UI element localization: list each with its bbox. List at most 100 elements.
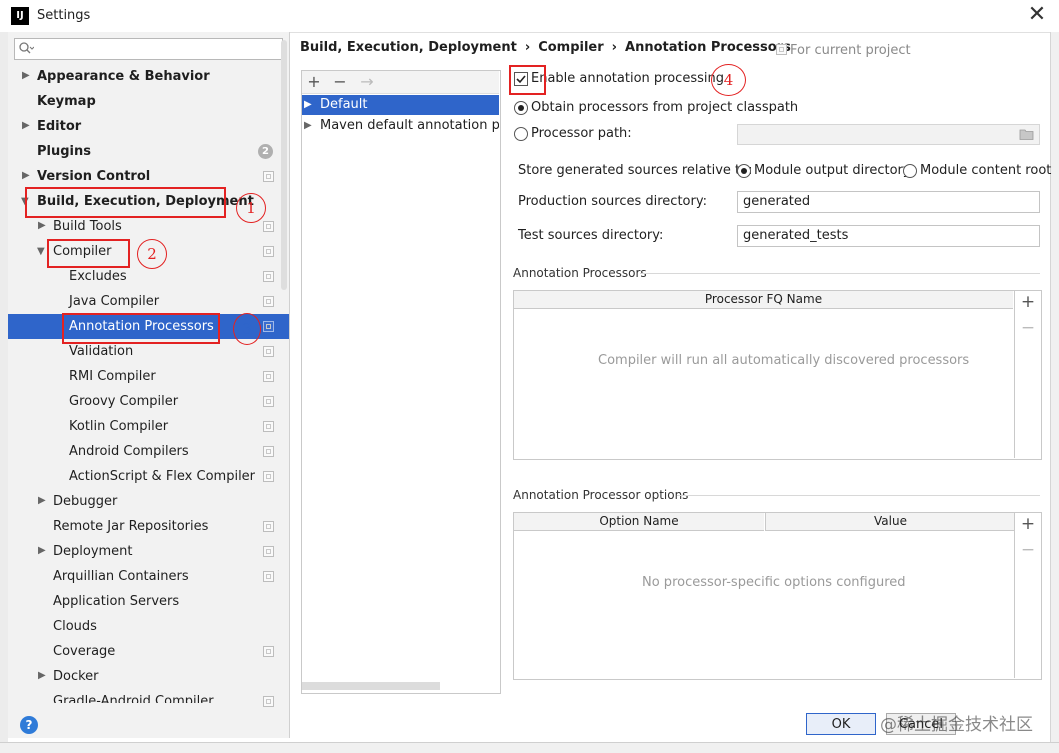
annotation-marker-2: 2 bbox=[137, 239, 167, 269]
enable-annotation-processing-label[interactable]: Enable annotation processing bbox=[531, 71, 724, 86]
project-scope-icon bbox=[263, 521, 274, 532]
profiles-list bbox=[301, 70, 501, 694]
project-scope-icon bbox=[263, 571, 274, 582]
profile-item-default[interactable]: ▶ Default bbox=[302, 95, 499, 115]
chevron-right-icon[interactable]: ▶ bbox=[22, 121, 32, 131]
window-left-edge bbox=[0, 32, 8, 742]
remove-processor-icon[interactable]: − bbox=[1019, 319, 1037, 337]
breadcrumb-item[interactable]: Compiler bbox=[538, 40, 603, 55]
project-scope-icon bbox=[263, 321, 274, 332]
annotation-box-compiler bbox=[47, 239, 130, 268]
profile-label: Maven default annotation processors prof… bbox=[320, 118, 499, 133]
production-sources-label: Production sources directory: bbox=[518, 194, 707, 209]
tree-item-android-compilers[interactable]: Android Compilers bbox=[69, 439, 189, 464]
processor-path-label[interactable]: Processor path: bbox=[531, 126, 632, 141]
add-option-icon[interactable]: + bbox=[1019, 515, 1037, 533]
profile-item-maven[interactable]: ▶ Maven default annotation processors pr… bbox=[302, 116, 499, 136]
tree-item-coverage[interactable]: Coverage bbox=[53, 639, 115, 664]
test-sources-label: Test sources directory: bbox=[518, 228, 664, 243]
processors-table[interactable] bbox=[513, 290, 1042, 460]
chevron-right-icon[interactable]: ▶ bbox=[38, 546, 48, 556]
module-output-label[interactable]: Module output directory bbox=[754, 163, 911, 178]
processor-options-table[interactable] bbox=[513, 512, 1042, 680]
chevron-right-icon[interactable]: ▶ bbox=[304, 100, 314, 110]
tree-item-version-control[interactable]: Version Control bbox=[37, 164, 150, 189]
tree-item-deployment[interactable]: Deployment bbox=[53, 539, 133, 564]
annotation-marker-3: 3 bbox=[233, 313, 261, 345]
add-icon[interactable]: + bbox=[305, 72, 323, 92]
project-scope-icon bbox=[263, 296, 274, 307]
chevron-right-icon[interactable]: ▶ bbox=[38, 496, 48, 506]
chevron-right-icon[interactable]: ▶ bbox=[38, 221, 48, 231]
project-scope-icon bbox=[263, 371, 274, 382]
breadcrumb-separator: › bbox=[524, 40, 531, 55]
tree-item-docker[interactable]: Docker bbox=[53, 664, 99, 689]
chevron-down-icon[interactable]: ▼ bbox=[37, 247, 47, 257]
project-scope-icon bbox=[263, 246, 274, 257]
tree-item-kotlin-compiler[interactable]: Kotlin Compiler bbox=[69, 414, 168, 439]
tree-item-application-servers[interactable]: Application Servers bbox=[53, 589, 179, 614]
close-icon[interactable]: ✕ bbox=[1024, 2, 1050, 28]
chevron-right-icon[interactable]: ▶ bbox=[304, 121, 314, 131]
chevron-right-icon[interactable]: ▶ bbox=[38, 671, 48, 681]
processor-path-field[interactable] bbox=[737, 124, 1040, 145]
production-sources-input[interactable]: generated bbox=[737, 191, 1040, 213]
value-header[interactable]: Value bbox=[765, 513, 1015, 531]
settings-search-input[interactable] bbox=[14, 38, 283, 60]
scope-hint: For current project bbox=[776, 43, 911, 58]
module-content-radio[interactable] bbox=[903, 164, 917, 178]
project-scope-icon bbox=[263, 171, 274, 182]
annotation-processors-section-title: Annotation Processors bbox=[513, 266, 647, 280]
processor-fq-name-header[interactable]: Processor FQ Name bbox=[514, 291, 1013, 309]
remove-option-icon[interactable]: − bbox=[1019, 541, 1037, 559]
window-right-edge bbox=[1050, 32, 1059, 742]
tree-scrollbar[interactable] bbox=[281, 40, 287, 290]
tree-item-remote-jar-repositories[interactable]: Remote Jar Repositories bbox=[53, 514, 208, 539]
ok-button[interactable]: OK bbox=[806, 713, 876, 735]
annotation-box-annotation-processors bbox=[62, 313, 220, 344]
tree-item-rmi-compiler[interactable]: RMI Compiler bbox=[69, 364, 156, 389]
profile-label: Default bbox=[320, 97, 368, 112]
profiles-horizontal-scrollbar[interactable] bbox=[302, 682, 440, 690]
tree-item-java-compiler[interactable]: Java Compiler bbox=[69, 289, 159, 314]
tree-item-actionscript-flex-compiler[interactable]: ActionScript & Flex Compiler bbox=[69, 464, 255, 489]
chevron-right-icon[interactable]: ▶ bbox=[22, 171, 32, 181]
tree-item-plugins[interactable]: Plugins bbox=[37, 139, 91, 164]
chevron-right-icon[interactable]: ▶ bbox=[22, 71, 32, 81]
window-bottom-edge bbox=[0, 742, 1059, 753]
move-to-icon[interactable]: → bbox=[358, 72, 376, 92]
breadcrumb: Build, Execution, Deployment › Compiler › An… bbox=[300, 40, 791, 55]
title-bar bbox=[0, 0, 1059, 33]
option-name-header[interactable]: Option Name bbox=[514, 513, 764, 531]
tree-item-groovy-compiler[interactable]: Groovy Compiler bbox=[69, 389, 178, 414]
project-scope-icon bbox=[263, 696, 274, 707]
add-processor-icon[interactable]: + bbox=[1019, 293, 1037, 311]
options-empty-text: No processor-specific options configured bbox=[642, 575, 906, 590]
store-generated-label: Store generated sources relative to: bbox=[518, 163, 753, 178]
processors-empty-text: Compiler will run all automatically disc… bbox=[598, 353, 970, 368]
tree-item-debugger[interactable]: Debugger bbox=[53, 489, 117, 514]
remove-icon[interactable]: − bbox=[331, 72, 349, 92]
tree-item-gradle-android-compiler[interactable]: Gradle-Android Compiler bbox=[53, 689, 214, 703]
folder-icon[interactable] bbox=[1019, 128, 1034, 140]
processor-options-section-title: Annotation Processor options bbox=[513, 488, 689, 502]
plugins-update-badge: 2 bbox=[258, 144, 273, 159]
project-scope-icon bbox=[263, 646, 274, 657]
module-content-label[interactable]: Module content root bbox=[920, 163, 1051, 178]
breadcrumb-item[interactable]: Build, Execution, Deployment bbox=[300, 40, 517, 55]
obtain-from-classpath-radio[interactable] bbox=[514, 101, 528, 115]
project-scope-icon bbox=[263, 446, 274, 457]
tree-item-keymap[interactable]: Keymap bbox=[37, 89, 96, 114]
section-divider bbox=[640, 273, 1040, 274]
obtain-from-classpath-label[interactable]: Obtain processors from project classpath bbox=[531, 100, 798, 115]
tree-item-editor[interactable]: Editor bbox=[37, 114, 81, 139]
help-icon[interactable]: ? bbox=[20, 716, 38, 734]
processor-path-radio[interactable] bbox=[514, 127, 528, 141]
test-sources-input[interactable]: generated_tests bbox=[737, 225, 1040, 247]
tree-item-appearance[interactable]: Appearance & Behavior bbox=[37, 64, 210, 89]
module-output-radio[interactable] bbox=[737, 164, 751, 178]
project-scope-icon bbox=[263, 421, 274, 432]
tree-item-arquillian-containers[interactable]: Arquillian Containers bbox=[53, 564, 189, 589]
tree-item-clouds[interactable]: Clouds bbox=[53, 614, 97, 639]
project-scope-icon bbox=[263, 471, 274, 482]
